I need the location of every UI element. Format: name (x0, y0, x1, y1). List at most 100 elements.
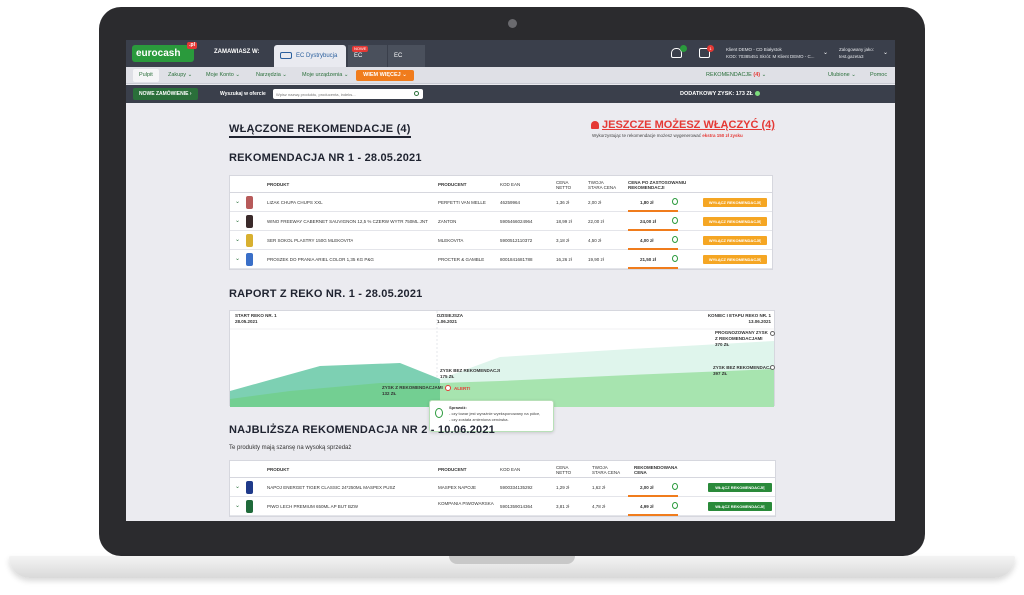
product-thumbnail (246, 234, 253, 247)
product-name: PROSZEK DO PRANIA ARIEL COLOR 1,35 KG P&… (267, 257, 374, 262)
pin-icon (435, 408, 443, 418)
pin-icon[interactable] (672, 255, 678, 262)
recommendations-link[interactable]: REKOMENDACJE (4) ⌄ (706, 72, 766, 78)
recommendation-toggle-button[interactable]: WŁĄCZ REKOMENDACJĘ (708, 483, 772, 492)
chart-svg (230, 311, 776, 407)
nav-label: Ulubione (828, 72, 850, 78)
chevron-down-icon[interactable]: ⌄ (235, 502, 240, 509)
nav-bar: Pulpit Zakupy ⌄ Moje Konto ⌄ Narzędzia ⌄… (126, 67, 895, 84)
col-stara: TWOJA STARA CENA (588, 180, 617, 190)
product-thumbnail (246, 481, 253, 494)
recommendation-toggle-button[interactable]: WYŁĄCZ REKOMENDACJĘ (703, 236, 767, 245)
product-name: PIWO LECH PREMIUM 650ML AP BUT BZW (267, 504, 358, 509)
info-icon[interactable] (755, 91, 761, 97)
search-bar: NOWE ZAMÓWIENIE › Wyszukaj w ofercie DOD… (126, 85, 895, 103)
recommendation-toggle-button[interactable]: WYŁĄCZ REKOMENDACJĘ (703, 198, 767, 207)
ean-code: 5901359014364 (500, 504, 533, 509)
recommendation-toggle-button[interactable]: WYŁĄCZ REKOMENDACJĘ (703, 217, 767, 226)
promo-title[interactable]: JESZCZE MOŻESZ WŁĄCZYĆ (4) (591, 119, 775, 131)
nav-item-moje-urzadzenia[interactable]: Moje urządzenia ⌄ (302, 72, 349, 78)
forecast-label: PROGNOZOWANY ZYSK Z REKOMENDACJAMI 370 ZŁ (715, 330, 769, 348)
tab-ec-serwis[interactable]: EC Serwis (388, 45, 425, 81)
net-price: 16,26 zł (556, 257, 572, 262)
notification-badge (680, 45, 687, 52)
search-input[interactable] (273, 89, 423, 99)
nav-item-ulubione[interactable]: Ulubione ⌄ (828, 72, 856, 78)
recommendation-toggle-button[interactable]: WŁĄCZ REKOMENDACJĘ (708, 502, 772, 511)
alert-icon[interactable] (445, 385, 451, 391)
learn-more-button[interactable]: WIEM WIĘCEJ ⌄ (356, 70, 414, 81)
ean-code: 8001841681788 (500, 257, 533, 262)
username: test.gazeta3 (839, 54, 864, 59)
col-ean: KOD EAN (500, 182, 521, 187)
screen: eurocash .pl ZAMAWIASZ W: EC Dystrybucja… (126, 40, 895, 521)
tab-ec-dystrybucja[interactable]: EC Dystrybucja (274, 45, 346, 67)
pin-icon[interactable] (672, 236, 678, 243)
table-row: ⌄ PROSZEK DO PRANIA ARIEL COLOR 1,35 KG P… (230, 250, 772, 269)
col-producent: PRODUCENT (438, 182, 467, 187)
net-price: 18,99 zł (556, 219, 572, 224)
producer: PROCTER & GAMBLE (438, 257, 485, 262)
profit-without-mid: ZYSK BEZ REKOMENDACJI 175 ZŁ (440, 368, 500, 380)
tab-ec-market[interactable]: NOWE EC Market (348, 45, 387, 81)
nav-label: Narzędzia (256, 72, 281, 78)
reco2-subtitle: Te produkty mają szansę na wysoką sprzed… (229, 445, 352, 451)
pin-icon[interactable] (672, 217, 678, 224)
label-value: 132 ZŁ (382, 391, 397, 396)
nav-item-moje-konto[interactable]: Moje Konto ⌄ (206, 72, 240, 78)
product-name: NAPOJ ENERGET TIGER CLASSIC 24*250ML MAS… (267, 485, 396, 490)
col-producent: PRODUCENT (438, 467, 467, 472)
nav-item-zakupy[interactable]: Zakupy ⌄ (168, 72, 192, 78)
chevron-down-icon[interactable]: ⌄ (235, 255, 240, 262)
truck-icon (280, 51, 292, 59)
nav-item-narzedzia[interactable]: Narzędzia ⌄ (256, 72, 287, 78)
laptop-mockup: eurocash .pl ZAMAWIASZ W: EC Dystrybucja… (0, 0, 1024, 595)
new-price: 24,00 zł (640, 219, 657, 224)
nav-item-pomoc[interactable]: Pomoc (870, 72, 887, 78)
nav-item-pulpit[interactable]: Pulpit (133, 69, 159, 82)
tooltip-title: Sprawdź: (449, 405, 467, 410)
pin-icon[interactable] (672, 198, 678, 205)
net-price: 3,18 zł (556, 238, 570, 243)
net-price: 1,36 zł (556, 200, 570, 205)
logo[interactable]: eurocash .pl (132, 42, 197, 62)
logo-domain: .pl (187, 42, 197, 49)
label-value: 397 ZŁ (713, 371, 728, 376)
chevron-down-icon[interactable]: ⌄ (823, 49, 828, 56)
promo-extra: ekstra 150 zł zysku (702, 133, 743, 138)
forecast-endpoint-icon (770, 331, 775, 336)
pin-icon[interactable] (672, 483, 678, 490)
profit-with-mid: ZYSK Z REKOMENDACJAMI 132 ZŁ (382, 385, 443, 397)
col-nowa: CENA PO ZASTOSOWANIU REKOMENDACJI (628, 180, 687, 190)
search-label: Wyszukaj w ofercie (220, 91, 266, 97)
search-icon[interactable] (414, 91, 419, 96)
pin-icon[interactable] (672, 502, 678, 509)
alert-label: ALERT! (454, 386, 471, 391)
laptop-notch (449, 556, 575, 564)
col-produkt: PRODUKT (267, 467, 290, 472)
client-name: Klient DEMO - CD Białystok (726, 47, 782, 52)
col-netto: CENA NETTO (556, 180, 572, 190)
product-thumbnail (246, 253, 253, 266)
new-price: 21,50 zł (640, 257, 657, 262)
chevron-down-icon[interactable]: ⌄ (235, 217, 240, 224)
client-info[interactable]: Klient DEMO - CD Białystok KOD: 70385451… (726, 46, 821, 60)
new-order-button[interactable]: NOWE ZAMÓWIENIE › (133, 88, 198, 100)
chevron-down-icon[interactable]: ⌄ (235, 236, 240, 243)
reko-count: (4) (753, 72, 761, 78)
old-price: 1,62 zł (592, 485, 606, 490)
nav-label: Moje urządzenia (302, 72, 343, 78)
chevron-down-icon[interactable]: ⌄ (235, 198, 240, 205)
logo-text: eurocash (136, 48, 181, 59)
old-price: 2,00 zł (588, 200, 602, 205)
profit-label: DODATKOWY ZYSK: 173 ZŁ (680, 91, 754, 97)
product-name: LIZAK CHUPA CHUPS XXL (267, 200, 323, 205)
recommendation-toggle-button[interactable]: WYŁĄCZ REKOMENDACJĘ (703, 255, 767, 264)
col-ean: KOD EAN (500, 467, 521, 472)
chevron-down-icon[interactable]: ⌄ (235, 483, 240, 490)
user-info[interactable]: Zalogowany jako: test.gazeta3 (839, 46, 885, 60)
reco2-title: NAJBLIŻSZA REKOMENDACJA NR 2 - 10.06.202… (229, 424, 495, 436)
old-price: 4,50 zł (588, 238, 602, 243)
chevron-down-icon[interactable]: ⌄ (883, 49, 888, 56)
col-produkt: PRODUKT (267, 182, 290, 187)
